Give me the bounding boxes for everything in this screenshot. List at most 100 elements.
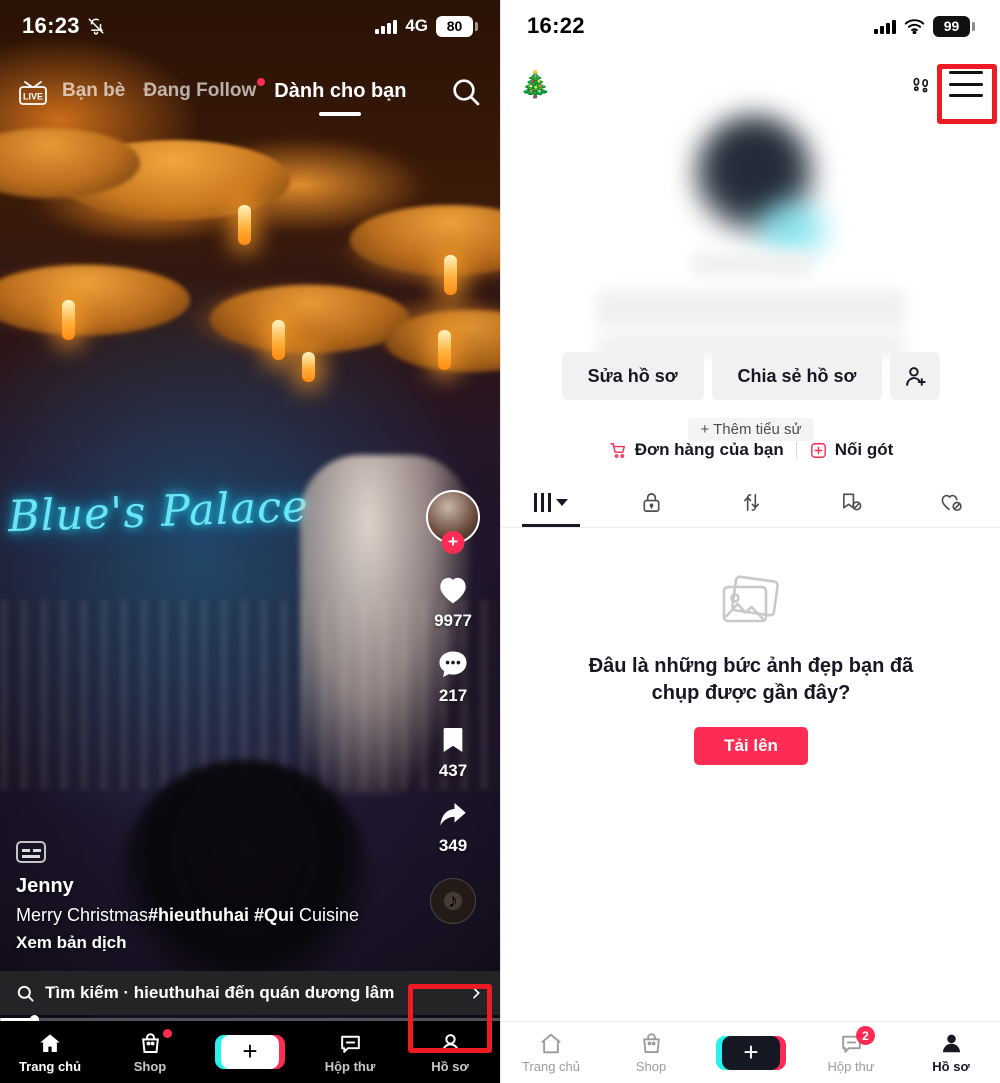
footprints-icon[interactable] — [907, 70, 935, 98]
profile-action-buttons: Sửa hồ sơ Chia sẻ hồ sơ — [501, 352, 1000, 400]
music-note-icon: ♪ — [448, 889, 458, 912]
nav-item-hop-thu[interactable]: Hộp thư — [300, 1021, 400, 1083]
your-orders-link[interactable]: Đơn hàng của bạn — [609, 440, 784, 460]
nav-label-trang-chu: Trang chủ — [521, 1059, 581, 1074]
video-author-name[interactable]: Jenny — [16, 875, 416, 898]
profile-username-blurred — [691, 252, 811, 276]
nav-item-shop[interactable]: Shop — [601, 1022, 701, 1083]
share-count: 349 — [438, 836, 468, 855]
follow-button[interactable]: + — [441, 531, 465, 554]
clock: 16:23 — [22, 13, 80, 38]
closed-caption-icon[interactable] — [16, 841, 46, 863]
search-icon[interactable] — [450, 76, 484, 110]
nav-label-hop-thu: Hộp thư — [324, 1058, 376, 1074]
nav-item-trang-chu[interactable]: Trang chủ — [0, 1021, 100, 1083]
chevron-down-icon — [556, 499, 568, 506]
chevron-right-icon — [468, 985, 484, 1001]
neon-sign-text: Blue's Palace — [7, 481, 310, 543]
noi-got-link[interactable]: Nối gót — [809, 440, 893, 460]
create-plus-icon[interactable]: + — [716, 1035, 786, 1070]
right-status-bar: 16:22 99 — [501, 0, 1000, 52]
author-avatar[interactable]: + — [426, 490, 480, 554]
tab-danh-cho-ban[interactable]: Dành cho bạn — [274, 80, 406, 107]
dual-phone-screenshot: Blue's Palace 16:23 4G 80 LIVE Bạn bè Đa… — [0, 0, 1000, 1083]
edit-profile-button[interactable]: Sửa hồ sơ — [561, 352, 704, 400]
tab-posts-grid[interactable] — [501, 478, 601, 527]
nav-label-ho-so: Hồ sơ — [932, 1059, 970, 1074]
tab-liked-hidden[interactable] — [901, 478, 1000, 527]
tab-favorites-hidden[interactable] — [801, 478, 901, 527]
tab-private[interactable] — [601, 478, 701, 527]
clock: 16:22 — [527, 13, 585, 38]
meta-divider — [795, 441, 797, 459]
avatar-accent-blur — [759, 202, 825, 256]
right-bottom-nav: Trang chủ Shop + 2 Hộp thư Hồ sơ — [501, 1021, 1000, 1083]
hamburger-menu-icon[interactable] — [949, 71, 983, 97]
upload-button[interactable]: Tải lên — [694, 727, 808, 765]
bell-off-icon — [87, 17, 105, 35]
nav-item-ho-so[interactable]: Hồ sơ — [400, 1021, 500, 1083]
add-bio-button[interactable]: + Thêm tiểu sử — [501, 418, 1000, 441]
nav-item-create[interactable]: + — [701, 1022, 801, 1083]
signal-bars-icon — [375, 19, 398, 34]
search-icon — [16, 984, 35, 1003]
video-search-suggestion-bar[interactable]: Tìm kiếm · hieuthuhai đến quán dương lâm — [0, 971, 500, 1015]
like-count: 9977 — [434, 611, 472, 630]
create-button[interactable]: + — [215, 1035, 285, 1069]
right-phone-profile: 16:22 99 🎄 Sửa hồ sơ Chia sẻ hồ sơ + Thê… — [500, 0, 1000, 1083]
bookmark-button[interactable]: 437 — [437, 722, 469, 781]
grid-bars — [534, 493, 551, 512]
shop-dot-badge — [163, 1029, 172, 1038]
caption-plain-start: Merry Christmas — [16, 905, 149, 925]
nav-label-ho-so: Hồ sơ — [431, 1058, 469, 1074]
profile-content-tabs — [501, 478, 1000, 528]
nav-item-ho-so[interactable]: Hồ sơ — [901, 1022, 1000, 1083]
music-disc[interactable]: ♪ — [430, 878, 476, 924]
live-icon[interactable]: LIVE — [16, 77, 50, 109]
create-plus-icon[interactable]: + — [215, 1035, 285, 1069]
plus-glyph: + — [743, 1036, 759, 1067]
bookmark-hidden-icon — [839, 491, 864, 514]
add-box-icon — [809, 441, 828, 460]
caption-plain-end: Cuisine — [294, 905, 360, 925]
nav-item-hop-thu[interactable]: 2 Hộp thư — [801, 1022, 901, 1083]
nav-label-shop: Shop — [133, 1058, 167, 1074]
plus-glyph: + — [242, 1036, 258, 1066]
left-bottom-nav: Trang chủ Shop + Hộp thư Hồ sơ — [0, 1021, 500, 1083]
tab-reposts[interactable] — [701, 478, 801, 527]
status-left-group: 16:23 — [22, 13, 105, 39]
feed-tabs-row: Bạn bè Đang Follow Dành cho bạn — [62, 78, 450, 107]
profile-header: 🎄 — [501, 60, 1000, 108]
tab-ban-be[interactable]: Bạn bè — [62, 80, 125, 106]
nav-label-trang-chu: Trang chủ — [18, 1058, 82, 1074]
share-button[interactable]: 349 — [434, 797, 472, 856]
share-profile-button[interactable]: Chia sẻ hồ sơ — [711, 352, 883, 400]
create-button[interactable]: + — [716, 1035, 786, 1070]
battery-level: 99 — [933, 15, 970, 37]
nav-item-trang-chu[interactable]: Trang chủ — [501, 1022, 601, 1083]
see-translation-link[interactable]: Xem bản dịch — [16, 933, 416, 953]
nav-label-shop: Shop — [635, 1059, 667, 1074]
add-person-icon[interactable] — [890, 352, 941, 400]
battery-indicator: 80 — [436, 15, 478, 37]
caption-hashtags[interactable]: #hieuthuhai #Qui — [148, 905, 294, 925]
nav-item-shop[interactable]: Shop — [100, 1021, 200, 1083]
nav-item-create[interactable]: + — [200, 1021, 300, 1083]
grid-posts-icon — [534, 493, 568, 512]
lock-private-icon — [640, 491, 663, 514]
christmas-tree-icon[interactable]: 🎄 — [519, 69, 551, 100]
inbox-badge-count: 2 — [856, 1026, 875, 1045]
comment-button[interactable]: 217 — [434, 647, 472, 706]
your-orders-label: Đơn hàng của bạn — [634, 440, 784, 459]
video-action-rail: + 9977 217 437 349 ♪ — [420, 490, 486, 924]
shopping-cart-icon — [609, 441, 628, 460]
like-button[interactable]: 9977 — [433, 570, 473, 631]
profile-stats-blurred — [596, 290, 906, 328]
tab-dang-follow-label: Đang Follow — [143, 80, 257, 101]
wifi-icon — [904, 18, 925, 34]
battery-indicator: 99 — [933, 15, 975, 37]
empty-state-block: Đâu là những bức ảnh đẹp bạn đã chụp đượ… — [501, 575, 1000, 765]
status-right-group: 99 — [874, 15, 975, 37]
tab-dang-follow[interactable]: Đang Follow — [143, 78, 266, 106]
profile-header-actions — [907, 70, 983, 98]
